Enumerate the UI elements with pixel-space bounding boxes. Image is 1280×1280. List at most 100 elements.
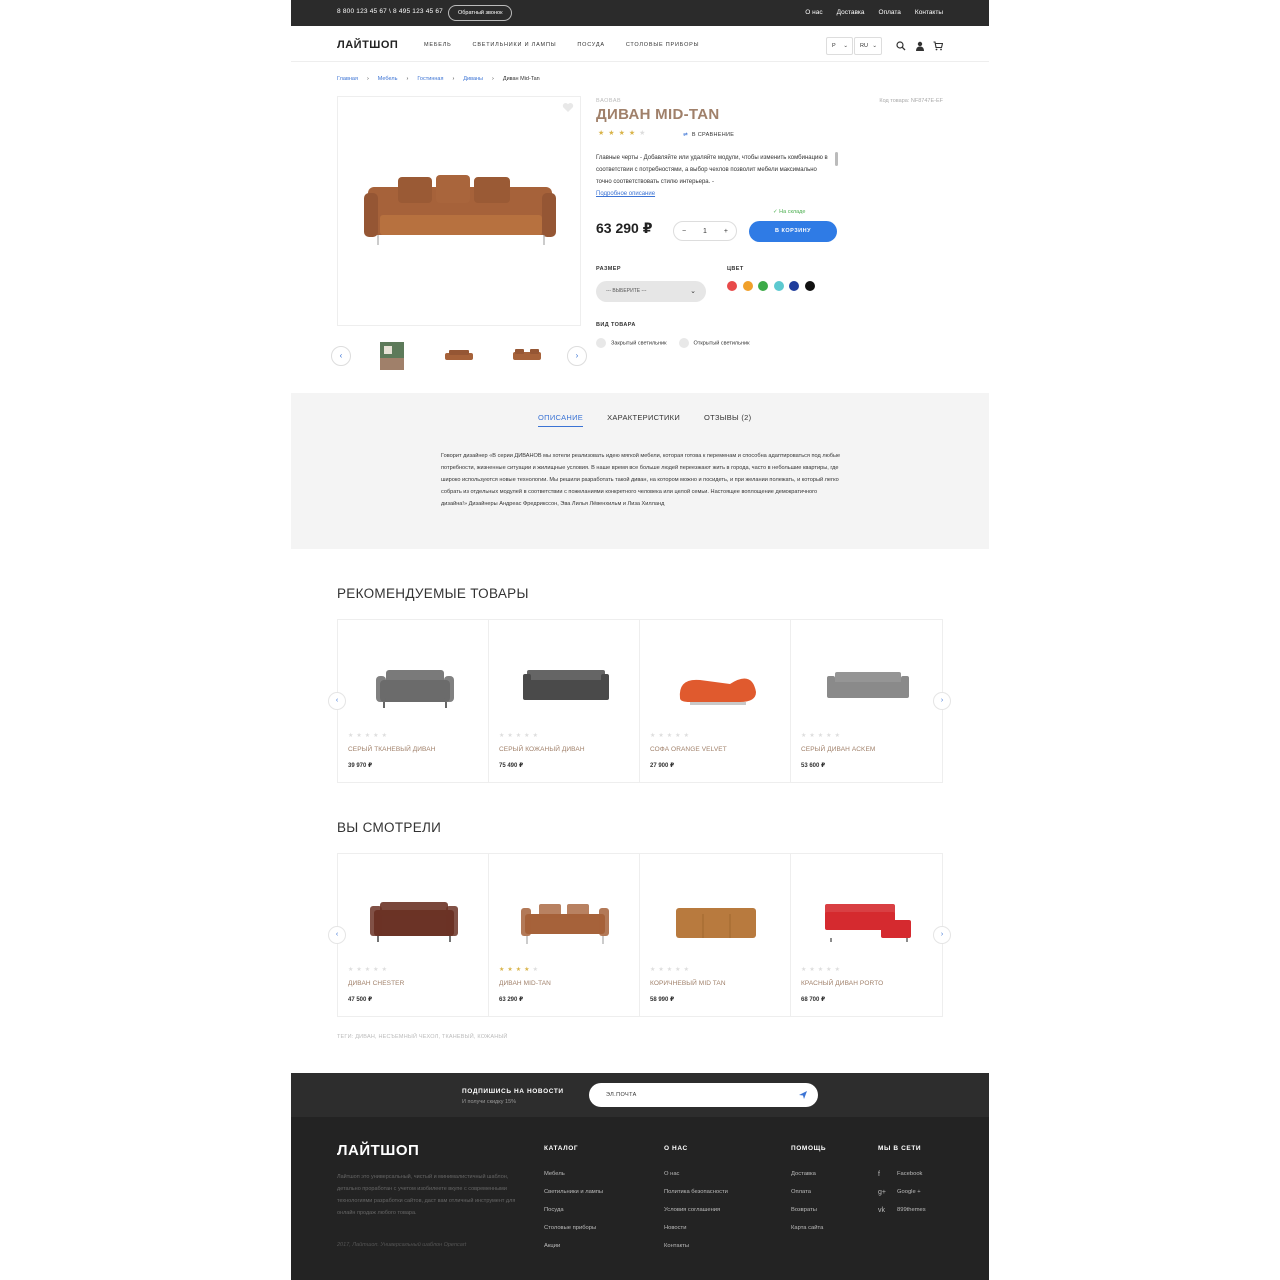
size-select[interactable]: --- ВЫБЕРИТЕ --- ⌄ [596,281,706,302]
radio-button[interactable] [678,338,689,348]
footer-link[interactable]: Столовые приборы [544,1219,603,1237]
nav-cutlery[interactable]: СТОЛОВЫЕ ПРИБОРЫ [626,42,699,48]
more-description-link[interactable]: Подробное описание [596,191,655,197]
compare-button[interactable]: ⇌ В СРАВНЕНИЕ [683,132,734,138]
product-card[interactable]: ★ ★ ★ ★ ★ СЕРЫЙ КОЖАНЫЙ ДИВАН 75 490 ₽ [489,620,640,782]
footer-link[interactable]: Возвраты [791,1201,826,1219]
thumbnail[interactable] [442,340,476,372]
viewed-prev-button[interactable]: ‹ [328,926,346,944]
product-card-image[interactable] [811,874,922,954]
product-card-image[interactable] [811,640,922,720]
star-empty-icon: ★ [650,733,656,739]
breadcrumb-home[interactable]: Главная [337,76,358,82]
nav-furniture[interactable]: МЕБЕЛЬ [424,42,452,48]
product-card-name[interactable]: ДИВАН MID-TAN [499,980,551,987]
product-card-name[interactable]: КРАСНЫЙ ДИВАН PORTO [801,980,883,987]
nav-dishes[interactable]: ПОСУДА [577,42,604,48]
radio-button[interactable] [596,338,606,348]
top-link-delivery[interactable]: Доставка [837,9,865,16]
type-option-open[interactable]: Открытый светильник [678,338,750,348]
quantity-decrease-button[interactable]: − [682,228,686,235]
footer-link[interactable]: Условия соглашения [664,1201,728,1219]
color-swatch[interactable] [773,281,784,291]
thumbnail[interactable] [510,340,544,372]
product-brand[interactable]: BAOBAB [596,98,621,104]
viewed-next-button[interactable]: › [933,926,951,944]
heart-icon[interactable] [562,102,574,113]
product-card[interactable]: ★ ★ ★ ★ ★ СЕРЫЙ ТКАНЕВЫЙ ДИВАН 39 970 ₽ [338,620,489,782]
product-card-name[interactable]: СЕРЫЙ ТКАНЕВЫЙ ДИВАН [348,746,436,753]
footer-link[interactable]: Оплата [791,1183,826,1201]
footer-link[interactable]: Контакты [664,1237,728,1255]
footer-link[interactable]: Политика безопасности [664,1183,728,1201]
footer-link[interactable]: Карта сайта [791,1219,826,1237]
currency-select[interactable]: Р ⌄ [826,37,853,55]
top-link-contacts[interactable]: Контакты [915,9,943,16]
language-select[interactable]: RU ⌄ [854,37,882,55]
top-link-payment[interactable]: Оплата [879,9,901,16]
callback-button[interactable]: Обратный звонок [448,5,513,21]
color-swatch[interactable] [742,281,753,291]
footer-link[interactable]: Новости [664,1219,728,1237]
product-card-image[interactable] [509,640,620,720]
cart-icon[interactable] [933,41,943,51]
product-card-name[interactable]: КОРИЧНЕВЫЙ MID TAN [650,980,726,987]
search-icon[interactable] [896,41,906,51]
newsletter-email-input[interactable]: ЭЛ.ПОЧТА [589,1083,818,1107]
social-link-google[interactable]: g+ Google + [878,1183,926,1201]
add-to-cart-button[interactable]: В КОРЗИНУ [749,221,837,242]
recommended-next-button[interactable]: › [933,692,951,710]
product-card-image[interactable] [660,640,771,720]
color-swatch[interactable] [804,281,815,291]
product-card-image[interactable] [358,640,469,720]
footer-link[interactable]: Доставка [791,1165,826,1183]
product-card-image[interactable] [358,874,469,954]
quantity-value[interactable]: 1 [703,228,707,235]
footer-link[interactable]: Светильники и лампы [544,1183,603,1201]
footer-logo[interactable]: ЛАЙТШОП [337,1142,419,1159]
nav-lamps[interactable]: СВЕТИЛЬНИКИ И ЛАМПЫ [473,42,557,48]
product-card-name[interactable]: СЕРЫЙ КОЖАНЫЙ ДИВАН [499,746,585,753]
product-card[interactable]: ★ ★ ★ ★ ★ ДИВАН CHESTER 47 500 ₽ [338,854,489,1016]
footer-link[interactable]: Посуда [544,1201,603,1219]
product-card-name[interactable]: СЕРЫЙ ДИВАН ACKEM [801,746,875,753]
logo[interactable]: ЛАЙТШОП [337,39,398,51]
thumbs-next-button[interactable]: › [567,346,587,366]
thumbs-prev-button[interactable]: ‹ [331,346,351,366]
footer-link[interactable]: Мебель [544,1165,603,1183]
product-card-image[interactable] [509,874,620,954]
product-card[interactable]: ★ ★ ★ ★ ★ КРАСНЫЙ ДИВАН PORTO 68 700 ₽ [791,854,942,1016]
breadcrumb-furniture[interactable]: Мебель [378,76,398,82]
tab-description[interactable]: ОПИСАНИЕ [538,413,584,427]
star-empty-icon: ★ [809,967,815,973]
star-empty-icon: ★ [356,733,362,739]
send-icon[interactable] [798,1090,808,1100]
product-card-rating: ★ ★ ★ ★ ★ [348,732,387,739]
color-swatch[interactable] [727,281,737,291]
user-icon[interactable] [915,41,925,51]
type-option-closed[interactable]: Закрытый светильник [596,338,667,348]
product-main-image[interactable] [337,96,581,326]
thumbnail[interactable] [375,340,409,372]
product-card-image[interactable] [660,874,771,954]
color-swatch[interactable] [758,281,768,291]
product-card[interactable]: ★ ★ ★ ★ ★ СОФА ORANGE VELVET 27 900 ₽ [640,620,791,782]
footer-link[interactable]: Акции [544,1237,603,1255]
product-card[interactable]: ★ ★ ★ ★ ★ ДИВАН MID-TAN 63 290 ₽ [489,854,640,1016]
quantity-increase-button[interactable]: + [724,228,728,235]
product-card-name[interactable]: СОФА ORANGE VELVET [650,746,727,753]
breadcrumb-sofas[interactable]: Диваны [463,76,483,82]
tab-reviews[interactable]: ОТЗЫВЫ (2) [704,413,751,427]
recommended-prev-button[interactable]: ‹ [328,692,346,710]
color-swatch[interactable] [789,281,799,291]
breadcrumb-living-room[interactable]: Гостинная [417,76,443,82]
product-card-name[interactable]: ДИВАН CHESTER [348,980,404,987]
social-link-facebook[interactable]: f Facebook [878,1165,926,1183]
description-scrollbar[interactable] [835,152,838,166]
product-card[interactable]: ★ ★ ★ ★ ★ СЕРЫЙ ДИВАН ACKEM 53 600 ₽ [791,620,942,782]
social-link-vk[interactable]: vk 899themes [878,1201,926,1219]
product-card[interactable]: ★ ★ ★ ★ ★ КОРИЧНЕВЫЙ MID TAN 58 990 ₽ [640,854,791,1016]
top-link-about[interactable]: О нас [805,9,822,16]
footer-link[interactable]: О нас [664,1165,728,1183]
tab-specifications[interactable]: ХАРАКТЕРИСТИКИ [607,413,680,427]
